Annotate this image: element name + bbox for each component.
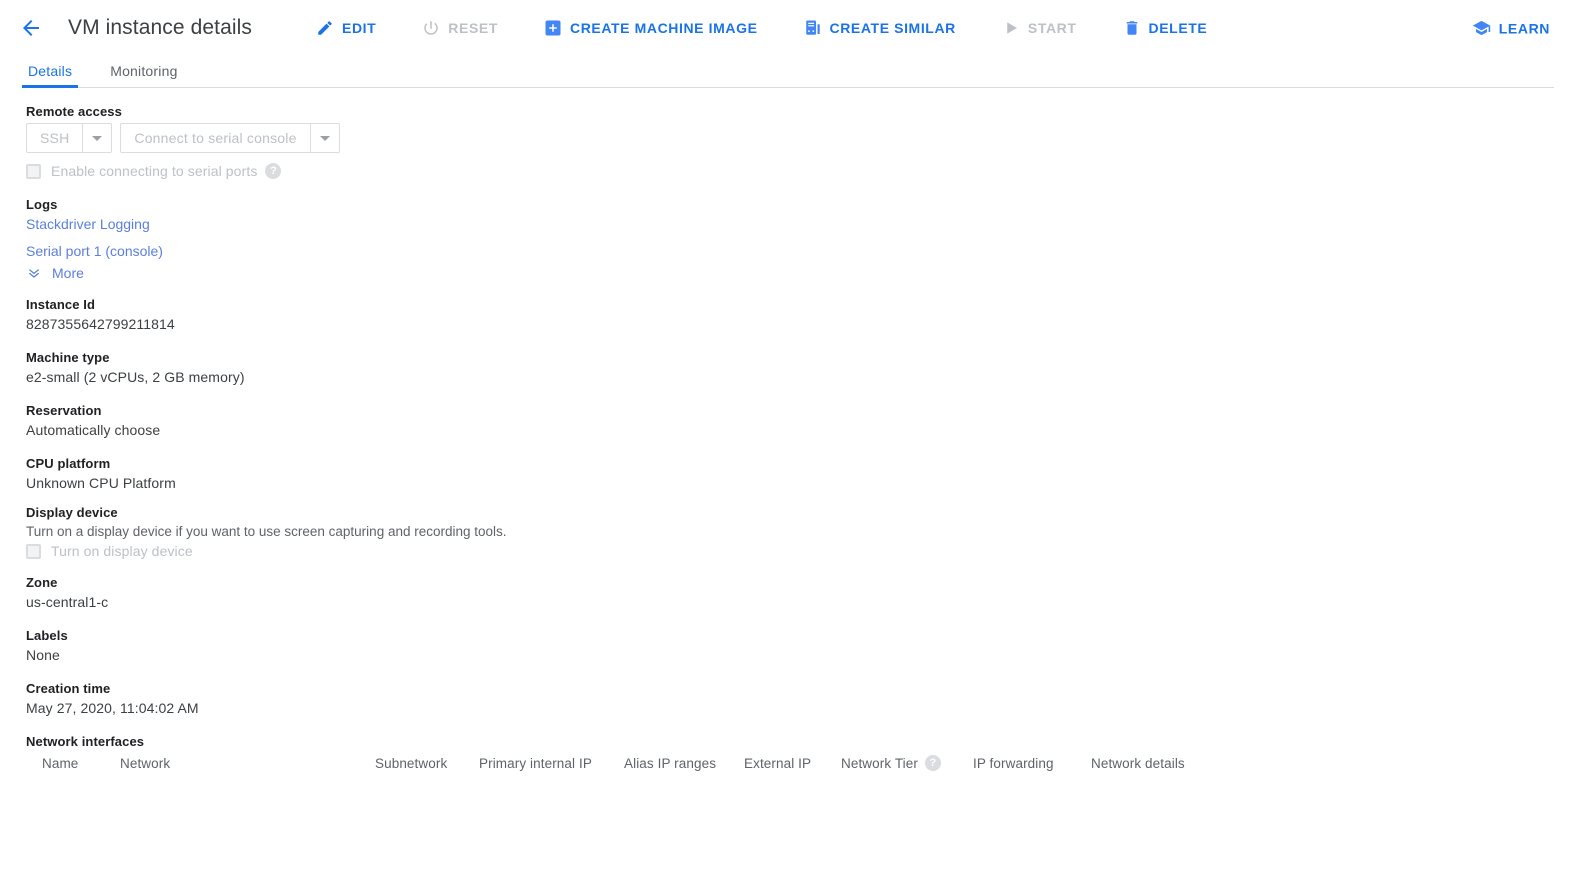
creation-time-label: Creation time — [26, 681, 111, 696]
reservation-value: Automatically choose — [26, 422, 161, 438]
help-icon[interactable]: ? — [924, 755, 941, 771]
create-machine-image-label: CREATE MACHINE IMAGE — [569, 20, 758, 36]
learn-button-label: LEARN — [1498, 20, 1550, 36]
toolbar-actions: EDIT RESET CREATE MACHINE IMAGE CREATE S… — [306, 13, 1243, 43]
labels-value: None — [26, 647, 60, 663]
start-button-label: START — [1027, 20, 1077, 36]
zone-section: Zone us-central1-c — [26, 575, 1552, 610]
network-interfaces-section: Network interfaces Name Network Subnetwo… — [26, 734, 1552, 771]
help-icon[interactable]: ? — [265, 163, 282, 179]
display-device-section: Display device Turn on a display device … — [26, 505, 1552, 559]
creation-time-section: Creation time May 27, 2020, 11:04:02 AM — [26, 681, 1552, 716]
serial-console-dropdown-button[interactable] — [309, 123, 340, 153]
enable-serial-ports-label: Enable connecting to serial ports — [51, 163, 258, 179]
edit-button-label: EDIT — [342, 20, 377, 36]
ssh-dropdown-button[interactable] — [82, 123, 113, 153]
ssh-button-group: SSH — [26, 123, 113, 153]
display-device-row: Turn on display device — [26, 543, 1552, 559]
instance-id-section: Instance Id 8287355642799211814 — [26, 297, 1552, 332]
pencil-icon — [316, 19, 334, 37]
edit-button[interactable]: EDIT — [306, 13, 386, 43]
column-header-primary-internal-ip: Primary internal IP — [479, 755, 592, 771]
reservation-section: Reservation Automatically choose — [26, 403, 1552, 438]
play-icon — [1002, 19, 1020, 37]
network-interfaces-header-row: Name Network Subnetwork Primary internal… — [26, 755, 1552, 771]
remote-access-buttons: SSH Connect to serial console — [26, 123, 1552, 153]
machine-type-value: e2-small (2 vCPUs, 2 GB memory) — [26, 369, 245, 385]
more-logs-toggle[interactable]: More — [26, 265, 84, 281]
arrow-back-icon — [23, 20, 39, 36]
instance-id-label: Instance Id — [26, 297, 96, 312]
create-similar-button[interactable]: CREATE SIMILAR — [794, 13, 966, 43]
serial-port-1-link[interactable]: Serial port 1 (console) — [26, 243, 1552, 259]
connect-serial-console-button[interactable]: Connect to serial console — [120, 123, 310, 153]
copy-instance-icon — [804, 19, 822, 37]
logs-label: Logs — [26, 197, 58, 212]
machine-type-section: Machine type e2-small (2 vCPUs, 2 GB mem… — [26, 350, 1552, 385]
zone-label: Zone — [26, 575, 58, 590]
create-similar-label: CREATE SIMILAR — [829, 20, 956, 36]
column-header-network-tier: Network Tier ? — [841, 755, 973, 771]
reset-button[interactable]: RESET — [412, 13, 508, 43]
column-header-name: Name — [42, 755, 79, 771]
turn-on-display-device-checkbox[interactable] — [26, 543, 41, 559]
column-header-ip-forwarding: IP forwarding — [973, 755, 1054, 771]
logs-section: Logs Stackdriver Logging Serial port 1 (… — [26, 197, 1552, 281]
details-panel: Remote access SSH Connect to serial cons… — [0, 88, 1576, 771]
column-header-network-tier-label: Network Tier — [841, 755, 918, 771]
more-label: More — [52, 265, 84, 281]
labels-section: Labels None — [26, 628, 1552, 663]
column-header-alias-ip-ranges: Alias IP ranges — [624, 755, 717, 771]
double-chevron-down-icon — [29, 269, 39, 278]
turn-on-display-device-label: Turn on display device — [51, 543, 193, 559]
column-header-network: Network — [120, 755, 171, 771]
reset-button-label: RESET — [448, 20, 498, 36]
power-reset-icon — [422, 19, 440, 37]
serial-console-button-group: Connect to serial console — [120, 123, 340, 153]
display-device-label: Display device — [26, 505, 118, 520]
graduation-cap-icon — [1472, 19, 1491, 38]
delete-button-label: DELETE — [1148, 20, 1208, 36]
ssh-button[interactable]: SSH — [26, 123, 83, 153]
trash-icon — [1123, 19, 1141, 37]
remote-access-label: Remote access — [26, 104, 122, 119]
cpu-platform-value: Unknown CPU Platform — [26, 475, 176, 491]
cpu-platform-section: CPU platform Unknown CPU Platform — [26, 456, 1552, 491]
learn-button[interactable]: LEARN — [1462, 13, 1560, 44]
column-header-network-details: Network details — [1091, 755, 1185, 771]
network-interfaces-table: Name Network Subnetwork Primary internal… — [26, 755, 1552, 771]
enable-serial-ports-row: Enable connecting to serial ports ? — [26, 163, 1552, 179]
tab-monitoring[interactable]: Monitoring — [106, 63, 181, 88]
network-interfaces-label: Network interfaces — [26, 734, 145, 749]
machine-type-label: Machine type — [26, 350, 110, 365]
labels-label: Labels — [26, 628, 68, 643]
instance-id-value: 8287355642799211814 — [26, 316, 175, 332]
start-button[interactable]: START — [992, 13, 1087, 43]
reservation-label: Reservation — [26, 403, 102, 418]
learn-container: LEARN — [1462, 13, 1560, 44]
chevron-down-icon — [319, 135, 330, 141]
cpu-platform-label: CPU platform — [26, 456, 111, 471]
enable-serial-ports-checkbox[interactable] — [26, 163, 41, 179]
chevron-down-icon — [92, 135, 103, 141]
creation-time-value: May 27, 2020, 11:04:02 AM — [26, 700, 199, 716]
back-button[interactable] — [14, 11, 48, 45]
column-header-subnetwork: Subnetwork — [375, 755, 448, 771]
stackdriver-logging-link[interactable]: Stackdriver Logging — [26, 216, 1552, 232]
tab-bar: Details Monitoring — [0, 56, 1576, 88]
logs-links: Stackdriver Logging Serial port 1 (conso… — [26, 216, 1552, 259]
plus-square-icon — [544, 19, 562, 37]
remote-access-section: Remote access SSH Connect to serial cons… — [26, 104, 1552, 179]
display-device-description: Turn on a display device if you want to … — [26, 524, 507, 539]
column-header-external-ip: External IP — [744, 755, 812, 771]
tab-details[interactable]: Details — [21, 63, 79, 88]
top-toolbar: VM instance details EDIT RESET CREATE MA… — [0, 0, 1576, 56]
zone-value: us-central1-c — [26, 594, 109, 610]
page-title: VM instance details — [68, 16, 252, 39]
create-machine-image-button[interactable]: CREATE MACHINE IMAGE — [534, 13, 768, 43]
delete-button[interactable]: DELETE — [1113, 13, 1218, 43]
